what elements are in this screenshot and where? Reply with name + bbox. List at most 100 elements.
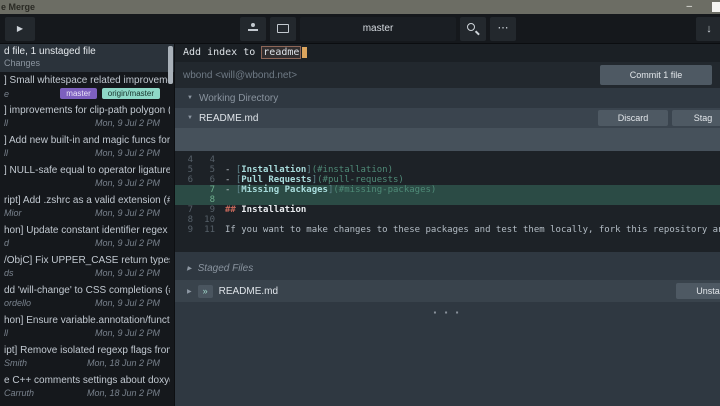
commit-meta: SmithMon, 18 Jun 2 PM	[4, 358, 170, 368]
diff-line-content: If you want to make changes to these pac…	[225, 225, 720, 235]
working-file-bar[interactable]: ▼ README.md Discard Stag	[175, 108, 720, 128]
working-directory-label: Working Directory	[199, 93, 278, 104]
close-button[interactable]	[712, 2, 720, 12]
commit-row[interactable]: ript] Add .zshrc as a valid extension (#…	[0, 192, 174, 222]
diff-line: 66- [Pull Requests](#pull-requests)	[175, 175, 720, 185]
branch-selector[interactable]: master	[300, 17, 456, 41]
commit-author: wbond <will@wbond.net>	[183, 70, 297, 81]
commit-row[interactable]: ] Add new built-in and magic funcs for 3…	[0, 132, 174, 162]
diff-line-content: - [Pull Requests](#pull-requests)	[225, 175, 404, 185]
commit-date: Mon, 18 Jun 2 PM	[87, 388, 160, 398]
commit-author: ll	[4, 148, 8, 158]
commit-meta: ll Mon, 9 Jul 2 PM	[4, 118, 170, 128]
commit-row[interactable]: dd 'will-change' to CSS completions (#15…	[0, 282, 174, 312]
hunk-header-band	[175, 128, 720, 151]
discard-button[interactable]: Discard	[598, 110, 668, 126]
sidebar-scrollbar[interactable]	[168, 46, 173, 84]
new-line-number: 6	[201, 175, 215, 185]
run-button[interactable]: ▶	[5, 17, 35, 41]
commit-meta: Mon, 9 Jul 2 PM	[4, 178, 170, 188]
search-button[interactable]	[460, 17, 486, 41]
commit-meta: llMon, 9 Jul 2 PM	[4, 328, 170, 338]
staged-file-bar[interactable]: ▶ » README.md Unsta	[175, 280, 720, 302]
commit-author: Carruth	[4, 388, 34, 398]
commit-row[interactable]: hon] Update constant identifier regex (#…	[0, 222, 174, 252]
commit-author: ll	[4, 328, 8, 338]
new-line-number: 10	[201, 215, 215, 225]
old-line-number: 7	[179, 205, 193, 215]
diff-line: 55- [Installation](#installation)	[175, 165, 720, 175]
staged-file-name: README.md	[219, 286, 278, 297]
commit-message-input[interactable]: Add index to readme	[175, 44, 720, 62]
commit-author: Mior	[4, 208, 22, 218]
commit-meta: d Mon, 9 Jul 2 PM	[4, 238, 170, 248]
commit-button[interactable]: Commit 1 file	[600, 65, 712, 85]
branch-badge-origin-master[interactable]: origin/master	[102, 88, 160, 99]
old-line-number: 8	[179, 215, 193, 225]
commit-date: Mon, 9 Jul 2 PM	[95, 148, 160, 158]
commit-row[interactable]: ] NULL-safe equal to operator ligature. …	[0, 162, 174, 192]
commit-author: Smith	[4, 358, 27, 368]
commit-title: ] improvements for clip-path polygon (#1…	[4, 105, 170, 116]
changes-subtitle: Changes	[4, 58, 170, 68]
commit-meta: emasterorigin/master	[4, 88, 170, 99]
repository-toolbar-button[interactable]	[270, 17, 296, 41]
commit-message-text: Add index to	[183, 47, 261, 58]
commit-date: Mon, 9 Jul 2 PM	[95, 118, 160, 128]
search-icon	[467, 23, 475, 31]
commit-meta: ll Mon, 9 Jul 2 PM	[4, 148, 170, 158]
commit-title: ] Small whitespace related improvements …	[4, 75, 170, 86]
commit-date: Mon, 9 Jul 2 PM	[95, 268, 160, 278]
commit-meta: dsMon, 9 Jul 2 PM	[4, 268, 170, 278]
branch-badge-master[interactable]: master	[60, 88, 96, 99]
commit-meta: Carruth Mon, 18 Jun 2 PM	[4, 388, 170, 398]
stage-button[interactable]: Stag	[672, 110, 720, 126]
splitter-handle-icon[interactable]: ▪ ▪ ▪	[175, 308, 720, 317]
commit-row[interactable]: /ObjC] Fix UPPER_CASE return types on se…	[0, 252, 174, 282]
commit-row[interactable]: hon] Ensure variable.annotation/function…	[0, 312, 174, 342]
repository-icon	[277, 24, 289, 33]
new-line-number: 7	[201, 185, 215, 195]
commit-history-sidebar: d file, 1 unstaged file Changes ] Small …	[0, 44, 175, 406]
main-pane: Add index to readme wbond <will@wbond.ne…	[175, 44, 720, 406]
commit-row[interactable]: ipt] Remove isolated regexp flags from v…	[0, 342, 174, 372]
new-line-number: 4	[201, 155, 215, 165]
diff-line: 44	[175, 155, 720, 165]
commit-row[interactable]: ] improvements for clip-path polygon (#1…	[0, 102, 174, 132]
commit-icon	[248, 23, 257, 32]
changes-summary: d file, 1 unstaged file	[4, 46, 170, 57]
pull-button[interactable]: ↓	[696, 17, 720, 41]
commit-author-row: wbond <will@wbond.net> Commit 1 file	[175, 62, 720, 88]
commit-title: /ObjC] Fix UPPER_CASE return types on se…	[4, 255, 170, 266]
working-directory-header[interactable]: ▼ Working Directory	[175, 88, 720, 108]
branch-badges: master origin/master	[60, 88, 160, 99]
commit-message-misspelled-word: readme	[261, 46, 301, 59]
commit-author: ll	[4, 118, 8, 128]
old-line-number: 5	[179, 165, 193, 175]
text-cursor	[302, 47, 307, 58]
uncommitted-changes-row[interactable]: d file, 1 unstaged file Changes	[0, 44, 174, 72]
more-button[interactable]: ⋯	[490, 17, 516, 41]
commit-row[interactable]: ] Small whitespace related improvements …	[0, 72, 174, 102]
commit-toolbar-button[interactable]	[240, 17, 266, 41]
staged-files-header[interactable]: ▶ Staged Files	[175, 258, 720, 278]
new-line-number: 9	[201, 205, 215, 215]
commit-meta: Mior Mon, 9 Jul 2 PM	[4, 208, 170, 218]
toolbar: ▶ master ⋯ ↓	[0, 14, 720, 44]
chevron-right-icon: ▶	[187, 288, 192, 295]
diff-view[interactable]: 4455- [Installation](#installation)66- […	[175, 151, 720, 252]
commit-title: ] NULL-safe equal to operator ligature. …	[4, 165, 170, 176]
diff-line-content: - [Missing Packages](#missing-packages)	[225, 185, 436, 195]
unstage-button[interactable]: Unsta	[676, 283, 720, 299]
diff-line: 8	[175, 195, 720, 205]
minimize-button[interactable]: –	[686, 0, 692, 14]
commit-date: Mon, 9 Jul 2 PM	[95, 238, 160, 248]
diff-line-content: ## Installation	[225, 205, 306, 215]
commit-row[interactable]: e C++ comments settings about doxygen cC…	[0, 372, 174, 402]
chevron-down-icon: ▼	[187, 115, 193, 121]
commit-author: d	[4, 238, 9, 248]
titlebar: e Merge –	[0, 0, 720, 14]
commit-title: ] Add new built-in and magic funcs for 3…	[4, 135, 170, 146]
commit-date: Mon, 9 Jul 2 PM	[95, 208, 160, 218]
commit-date: Mon, 9 Jul 2 PM	[95, 178, 160, 188]
